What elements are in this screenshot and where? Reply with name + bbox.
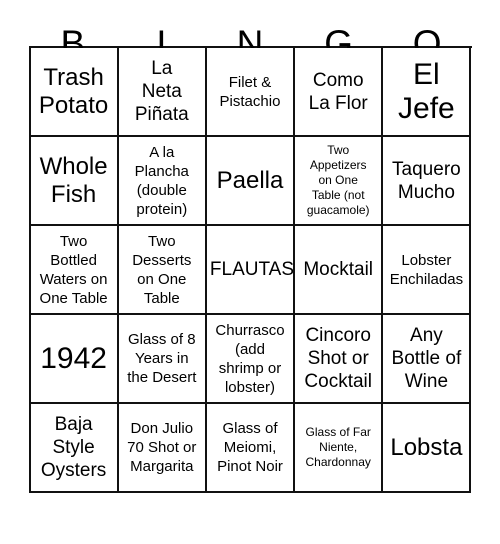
bingo-header-letter-o: O [412,23,442,64]
bingo-cell-text: Baja Style Oysters [40,414,107,481]
bingo-cell-text: A la Plancha (double protein) [134,143,189,218]
bingo-cell-text: Mocktail [303,259,374,280]
bingo-cell[interactable]: Taquero Mucho [383,137,472,226]
bingo-cell[interactable]: Lobster Enchiladas [383,226,472,315]
bingo-cell[interactable]: Paella [206,137,296,226]
bingo-cell[interactable]: La Neta Piñata [118,48,207,137]
bingo-cell[interactable]: FLAUTAS! [206,226,296,315]
bingo-cell[interactable]: Any Bottle of Wine [383,315,472,404]
bingo-cell[interactable]: Glass of Meiomi, Pinot Noir [206,404,296,493]
bingo-cell[interactable]: Glass of 8 Years in the Desert [118,315,207,404]
bingo-cell-text: Trash Potato [38,63,109,119]
bingo-cell-text: Two Bottled Waters on One Table [39,232,108,307]
bingo-header-row: B I N G O [29,0,472,64]
bingo-cell-text: Any Bottle of Wine [391,325,462,392]
bingo-cell-text: Filet & Pistachio [219,73,281,110]
bingo-cell-text: Como La Flor [308,69,368,114]
bingo-cell-text: Lobster Enchiladas [389,251,464,288]
bingo-cell[interactable]: Filet & Pistachio [206,48,296,137]
bingo-cell-text: Glass of Far Niente, Chardonnay [305,425,371,469]
bingo-cell-text: Whole Fish [39,152,108,208]
bingo-cell-text: FLAUTAS! [209,259,296,280]
bingo-cell-text: La Neta Piñata [134,58,189,125]
bingo-cell[interactable]: A la Plancha (double protein) [118,137,207,226]
bingo-cell[interactable]: Don Julio 70 Shot or Margarita [118,404,207,493]
bingo-cell-text: Glass of 8 Years in the Desert [127,331,197,386]
bingo-cell[interactable]: Whole Fish [30,137,119,226]
bingo-cell-text: Glass of Meiomi, Pinot Noir [217,420,283,475]
bingo-cell-text: El Jefe [398,57,455,125]
bingo-cell[interactable]: Two Appetizers on One Table (not guacamo… [295,137,384,226]
bingo-cell[interactable]: Two Bottled Waters on One Table [30,226,119,315]
bingo-cell-text: Two Desserts on One Table [132,232,192,307]
bingo-cell[interactable]: 1942 [30,315,119,404]
bingo-cell-text: Taquero Mucho [392,158,461,203]
bingo-cell-text: Lobsta [390,433,463,461]
bingo-cell-text: Churrasco (add shrimp or lobster) [215,321,285,396]
bingo-cell[interactable]: Trash Potato [30,48,119,137]
bingo-cell[interactable]: El Jefe [383,48,472,137]
bingo-cell[interactable]: Baja Style Oysters [30,404,119,493]
bingo-cell[interactable]: Cincoro Shot or Cocktail [295,315,384,404]
bingo-header-letter-g: G [324,23,353,64]
bingo-grid: Trash Potato La Neta Piñata Filet & Pist… [28,46,472,493]
bingo-cell-text: 1942 [40,341,107,375]
bingo-cell[interactable]: Two Desserts on One Table [118,226,207,315]
bingo-header-letter-b: B [60,23,86,64]
bingo-cell[interactable]: Churrasco (add shrimp or lobster) [206,315,296,404]
bingo-cell[interactable]: Mocktail [295,226,384,315]
bingo-cell[interactable]: Glass of Far Niente, Chardonnay [295,404,384,493]
bingo-header-letter-n: N [236,23,264,64]
bingo-cell-text: Two Appetizers on One Table (not guacamo… [306,143,370,217]
bingo-cell[interactable]: Como La Flor [295,48,384,137]
bingo-card: B I N G O Trash Potato La Neta Piñata Fi… [0,0,500,544]
bingo-cell-text: Don Julio 70 Shot or Margarita [127,420,197,475]
bingo-cell-text: Cincoro Shot or Cocktail [304,325,372,392]
bingo-cell[interactable]: Lobsta [383,404,472,493]
bingo-header-letter-i: I [156,23,167,64]
bingo-cell-text: Paella [216,166,284,194]
